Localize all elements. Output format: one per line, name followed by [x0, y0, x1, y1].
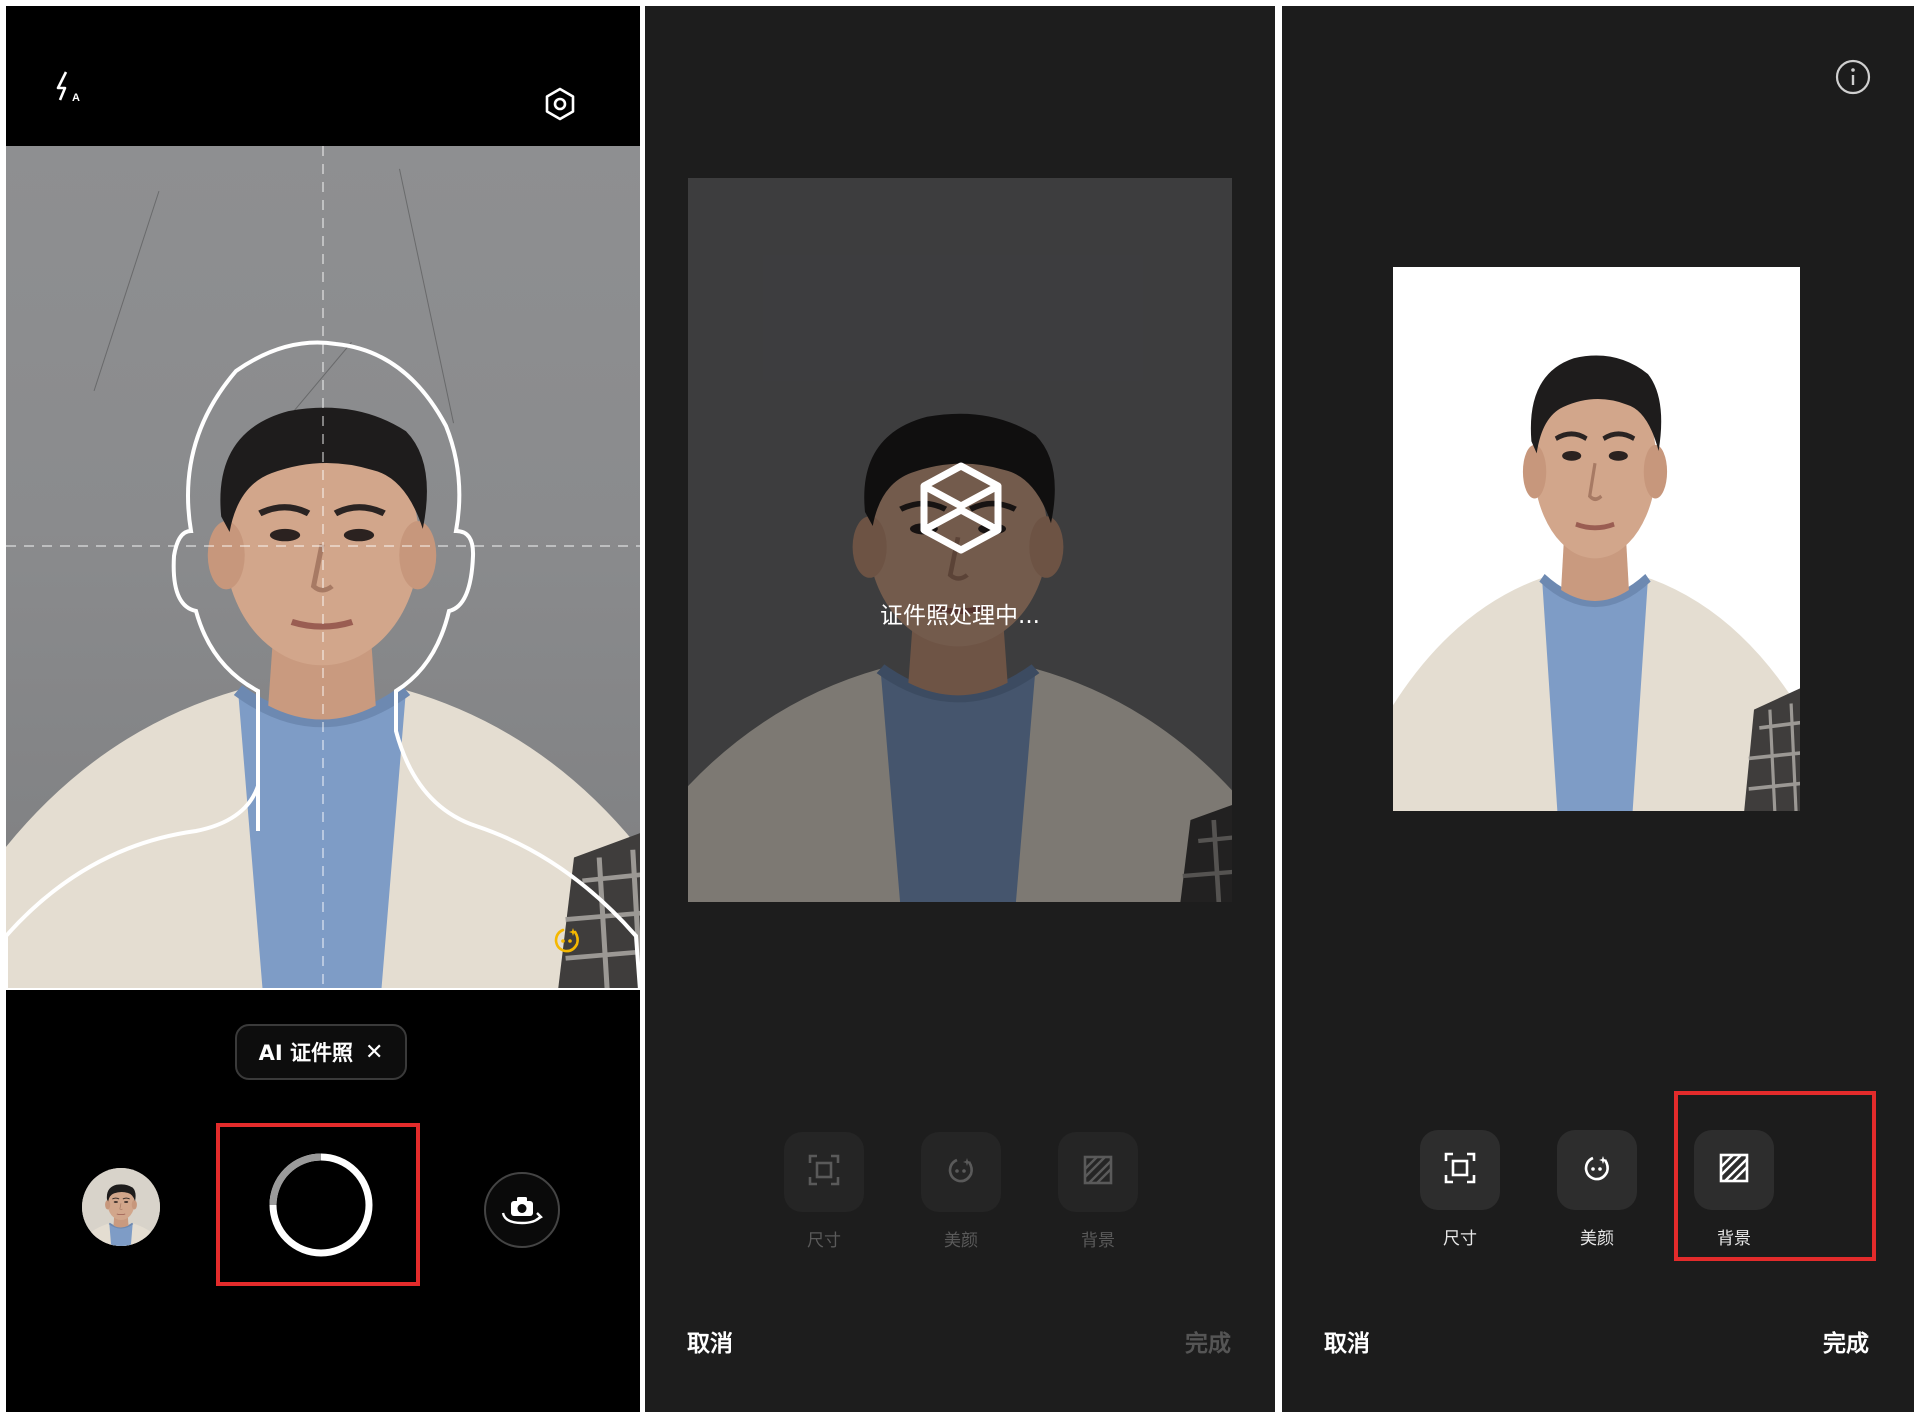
size-crop-icon — [1443, 1151, 1477, 1189]
tool-size[interactable]: 尺寸 — [1420, 1130, 1500, 1249]
cancel-button[interactable]: 取消 — [1324, 1324, 1370, 1358]
svg-text:A: A — [72, 92, 80, 104]
beauty-face-icon — [945, 1154, 977, 1190]
size-crop-icon — [807, 1153, 841, 1191]
tool-beauty-label: 美颜 — [944, 1231, 978, 1251]
flash-auto-icon[interactable]: A — [48, 66, 88, 106]
shutter-ring-icon[interactable] — [267, 1151, 375, 1259]
result-screen: 尺寸 美颜 背景 取消 完成 — [1282, 6, 1914, 1412]
camera-screen: A AI 证件照 ✕ — [6, 6, 640, 1412]
beauty-face-icon[interactable] — [551, 924, 583, 956]
highlight-box-background — [1674, 1091, 1876, 1261]
tool-beauty[interactable]: 美颜 — [1557, 1130, 1637, 1249]
background-hatch-icon — [1083, 1155, 1113, 1189]
info-icon[interactable] — [1835, 59, 1871, 95]
cancel-button[interactable]: 取消 — [687, 1324, 733, 1358]
tool-beauty-label: 美颜 — [1580, 1229, 1614, 1249]
portrait-subject — [6, 146, 640, 990]
processing-photo: 证件照处理中... — [688, 178, 1232, 902]
settings-hexagon-icon[interactable] — [542, 86, 578, 122]
processing-logo-icon — [918, 460, 1004, 556]
switch-camera-button[interactable] — [484, 1172, 560, 1248]
tool-background-label: 背景 — [1081, 1231, 1115, 1251]
switch-camera-icon — [486, 1174, 558, 1246]
camera-viewfinder[interactable] — [6, 146, 640, 990]
id-photo-result[interactable] — [1393, 267, 1800, 811]
tool-size[interactable]: 尺寸 — [784, 1132, 864, 1251]
done-button-disabled[interactable]: 完成 — [1185, 1324, 1231, 1358]
camera-top-bar: A — [6, 6, 640, 146]
mode-chip-ai-id-photo[interactable]: AI 证件照 ✕ — [235, 1024, 407, 1080]
gallery-thumbnail[interactable] — [82, 1168, 160, 1246]
tool-beauty[interactable]: 美颜 — [921, 1132, 1001, 1251]
processing-screen: 证件照处理中... 尺寸 美颜 背景 取消 完成 — [645, 6, 1275, 1412]
processing-status: 证件照处理中... — [880, 603, 1040, 629]
tool-size-label: 尺寸 — [807, 1231, 841, 1251]
mode-label: AI 证件照 — [258, 1041, 353, 1065]
done-button[interactable]: 完成 — [1823, 1324, 1869, 1358]
beauty-face-icon — [1581, 1152, 1613, 1188]
tool-background[interactable]: 背景 — [1058, 1132, 1138, 1251]
tool-size-label: 尺寸 — [1443, 1229, 1477, 1249]
mode-close-icon[interactable]: ✕ — [365, 1040, 383, 1065]
